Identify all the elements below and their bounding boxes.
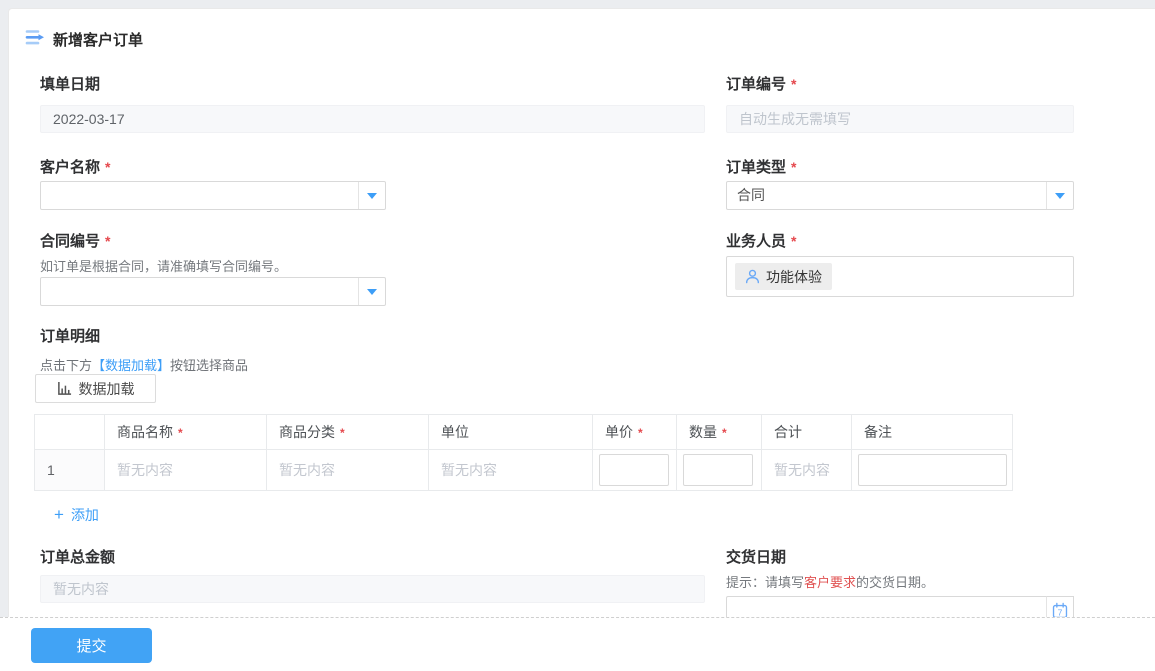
row-quantity-input[interactable] <box>683 454 753 486</box>
order-no-required: * <box>791 76 797 92</box>
customer-select[interactable] <box>40 181 386 210</box>
customer-select-arrow[interactable] <box>358 182 385 209</box>
row-category[interactable]: 暂无内容 <box>266 449 429 491</box>
table-header-row: 商品名称 * 商品分类 * 单位 单价 * 数量 * 合计 备注 <box>34 414 1013 450</box>
order-detail-help-suffix: 按钮选择商品 <box>170 358 249 373</box>
customer-select-value <box>41 182 358 209</box>
data-load-button-label: 数据加载 <box>78 380 135 397</box>
svg-text:7: 7 <box>1058 607 1063 617</box>
col-required: * <box>638 426 643 440</box>
salesperson-tag[interactable]: 功能体验 <box>735 263 832 290</box>
col-total: 合计 <box>761 414 852 450</box>
order-type-required: * <box>791 159 797 175</box>
col-remark: 备注 <box>851 414 1013 450</box>
salesperson-required: * <box>791 233 797 249</box>
salesperson-tag-label: 功能体验 <box>766 268 822 285</box>
form-card: 新增客户订单 填单日期 订单编号* 客户名称* 订单类型* 合同 合同编 <box>8 8 1155 625</box>
row-unit-price-input[interactable] <box>599 454 669 486</box>
col-unit-price: 单价 * <box>592 414 677 450</box>
delivery-hint-prefix: 提示：请填写 <box>726 575 805 590</box>
order-detail-help-em: 【数据加载】 <box>92 358 171 373</box>
delivery-date-label: 交货日期 <box>726 549 787 566</box>
col-quantity: 数量 * <box>676 414 762 450</box>
col-product-name: 商品名称 * <box>104 414 267 450</box>
submit-button[interactable]: 提交 <box>31 628 152 663</box>
order-total-label: 订单总金额 <box>40 549 116 566</box>
col-unit: 单位 <box>428 414 593 450</box>
row-unit[interactable]: 暂无内容 <box>428 449 593 491</box>
col-category: 商品分类 * <box>266 414 429 450</box>
order-detail-help: 点击下方【数据加载】按钮选择商品 <box>40 355 248 374</box>
contract-no-label: 合同编号 <box>40 233 101 250</box>
bar-chart-icon <box>57 381 71 395</box>
customer-label: 客户名称 <box>40 159 101 176</box>
contract-no-help: 如订单是根据合同，请准确填写合同编号。 <box>40 259 288 274</box>
order-type-select-arrow[interactable] <box>1046 182 1073 209</box>
menu-icon[interactable] <box>25 29 45 49</box>
page-title: 新增客户订单 <box>53 32 144 49</box>
delivery-date-hint: 提示：请填写客户要求的交货日期。 <box>726 572 934 591</box>
row-remark-input[interactable] <box>858 454 1007 486</box>
order-detail-label: 订单明细 <box>40 328 101 345</box>
chevron-down-icon <box>367 288 377 295</box>
customer-required: * <box>105 159 111 175</box>
add-row-button[interactable]: + 添加 <box>54 505 99 525</box>
add-row-label: 添加 <box>70 507 99 523</box>
page: 新增客户订单 填单日期 订单编号* 客户名称* 订单类型* 合同 合同编 <box>0 0 1155 671</box>
order-no-label: 订单编号 <box>726 76 787 93</box>
contract-no-select-value <box>41 278 358 305</box>
delivery-hint-suffix: 的交货日期。 <box>856 575 935 590</box>
row-total: 暂无内容 <box>761 449 852 491</box>
order-type-select-value: 合同 <box>737 187 765 203</box>
order-no-input[interactable] <box>726 105 1074 133</box>
row-product-name[interactable]: 暂无内容 <box>104 449 267 491</box>
order-detail-help-prefix: 点击下方 <box>40 358 93 373</box>
order-detail-table: 商品名称 * 商品分类 * 单位 单价 * 数量 * 合计 备注 1 暂无内容 暂无内容… <box>34 414 1013 491</box>
col-required: * <box>340 426 345 440</box>
chevron-down-icon <box>1055 192 1065 199</box>
person-icon <box>745 269 760 284</box>
order-total-input[interactable] <box>40 575 705 603</box>
salesperson-field[interactable]: 功能体验 <box>726 256 1074 297</box>
col-required: * <box>722 426 727 440</box>
order-type-label: 订单类型 <box>726 159 787 176</box>
contract-no-required: * <box>105 233 111 249</box>
col-required: * <box>178 426 183 440</box>
fill-date-input[interactable] <box>40 105 705 133</box>
contract-no-select-arrow[interactable] <box>358 278 385 305</box>
order-type-select[interactable]: 合同 <box>726 181 1074 210</box>
contract-no-select[interactable] <box>40 277 386 306</box>
footer-bar: 提交 <box>0 617 1155 671</box>
chevron-down-icon <box>367 192 377 199</box>
col-index <box>34 414 105 450</box>
plus-icon: + <box>54 505 64 524</box>
fill-date-label: 填单日期 <box>40 76 101 93</box>
salesperson-label: 业务人员 <box>726 233 787 250</box>
table-row: 1 暂无内容 暂无内容 暂无内容 暂无内容 <box>34 449 1013 491</box>
data-load-button[interactable]: 数据加载 <box>35 374 156 403</box>
delivery-hint-em: 客户要求 <box>804 575 857 590</box>
row-index: 1 <box>34 449 105 491</box>
